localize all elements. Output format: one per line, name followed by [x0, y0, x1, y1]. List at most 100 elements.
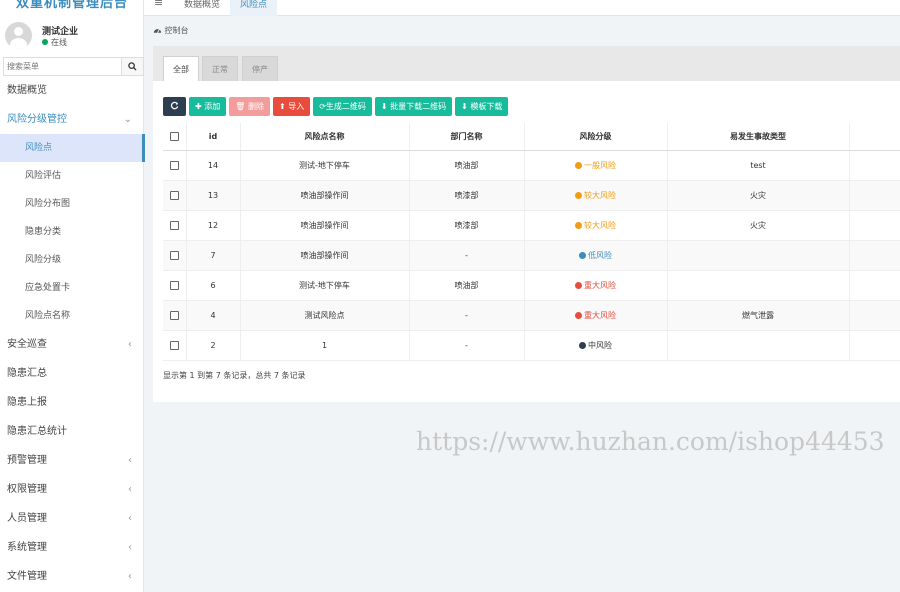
refresh-button[interactable] — [163, 97, 186, 116]
search-icon — [128, 62, 137, 71]
sidebar-item-personnel[interactable]: 人员管理 ‹ — [0, 504, 144, 533]
tab-risk-point[interactable]: 风险点 — [230, 0, 278, 16]
sidebar-item-label: 风险分级管控 — [7, 114, 67, 125]
cell-department: - — [409, 300, 525, 331]
batch-download-qr-button[interactable]: ⬇ 批量下载二维码 — [374, 97, 453, 116]
table-row[interactable]: 12 喷油部操作间 喷漆部 较大风险 火灾 — [163, 210, 900, 241]
row-checkbox[interactable] — [169, 220, 179, 230]
sidebar-item-system[interactable]: 系统管理 ‹ — [0, 533, 144, 562]
level-dot-icon — [575, 161, 582, 169]
generate-qr-button[interactable]: ⟳生成二维码 — [313, 97, 372, 116]
cell-department: 喷油部 — [409, 270, 525, 301]
chevron-left-icon: ‹ — [128, 484, 132, 495]
sidebar-item-files[interactable]: 文件管理 ‹ — [0, 562, 144, 591]
download-icon: ⬇ — [380, 102, 391, 111]
sidebar-subitem-risk-point[interactable]: 风险点 — [0, 134, 145, 162]
risk-level-text: 一般风险 — [584, 160, 616, 170]
search-button[interactable] — [121, 58, 143, 75]
sidebar-subitem-risk-level[interactable]: 风险分级 — [0, 246, 144, 274]
sidebar-subitem-hazard-category[interactable]: 隐患分类 — [0, 218, 144, 246]
cell-risk-point-name: 喷油部操作间 — [240, 180, 410, 211]
sidebar-subitem-emergency-card[interactable]: 应急处置卡 — [0, 274, 144, 302]
add-button-label: 添加 — [204, 102, 221, 111]
checkbox[interactable] — [169, 131, 179, 141]
row-checkbox[interactable] — [169, 250, 179, 260]
chevron-left-icon: ‹ — [128, 571, 132, 582]
generate-qr-label: 生成二维码 — [325, 102, 366, 111]
sidebar-item-hazard-report[interactable]: 隐患上报 — [0, 388, 144, 417]
delete-button-label: 删除 — [247, 102, 264, 111]
sidebar-item-hazard-summary[interactable]: 隐患汇总 — [0, 359, 144, 388]
user-status-text: 在线 — [51, 38, 67, 47]
add-button[interactable]: ✚ 添加 — [189, 97, 227, 116]
level-dot-icon — [575, 191, 582, 199]
sidebar-subitem-label: 风险评估 — [25, 171, 62, 181]
table-row[interactable]: 4 测试风险点 - 重大风险 燃气泄露 — [163, 300, 900, 331]
sync-icon: ⟳ — [319, 102, 326, 111]
template-download-button[interactable]: ⬇ 模板下载 — [455, 97, 509, 116]
breadcrumb-label: 控制台 — [164, 26, 189, 35]
menu-toggle-icon[interactable]: ≡ — [154, 0, 163, 9]
sidebar-item-safety-patrol[interactable]: 安全巡查 ‹ — [0, 330, 144, 359]
column-header-risk-level[interactable]: 风险分级 — [524, 123, 668, 151]
breadcrumb[interactable]: 控制台 — [153, 25, 189, 36]
cell-risk-point-name: 1 — [240, 330, 410, 361]
table-row[interactable]: 14 测试-地下停车 喷油部 一般风险 test — [163, 150, 900, 181]
column-header-id[interactable]: id — [186, 123, 241, 151]
level-dot-icon — [575, 311, 582, 319]
tab-stopped[interactable]: 停产 — [242, 56, 278, 81]
sidebar-item-permissions[interactable]: 权限管理 ‹ — [0, 475, 144, 504]
cell-accident-type — [667, 270, 850, 301]
level-dot-icon — [579, 251, 586, 259]
sidebar-item-label: 隐患汇总统计 — [7, 426, 67, 437]
level-dot-icon — [575, 221, 582, 229]
column-header-accident-type[interactable]: 易发生事故类型 — [667, 123, 850, 151]
row-checkbox[interactable] — [169, 160, 179, 170]
sidebar-item-warning[interactable]: 预警管理 ‹ — [0, 446, 144, 475]
row-checkbox[interactable] — [169, 310, 179, 320]
user-name: 测试企业 — [42, 27, 79, 37]
column-header-department[interactable]: 部门名称 — [409, 123, 525, 151]
sidebar: 双重机制管理后台 测试企业 在线 数据概览 风险分级管控 ⌄ 风险点 风险评估 风… — [0, 0, 145, 592]
table-row[interactable]: 6 测试-地下停车 喷油部 重大风险 — [163, 270, 900, 301]
column-header-truncated — [849, 123, 900, 151]
select-all-checkbox[interactable] — [163, 123, 187, 151]
risk-level-text: 较大风险 — [584, 190, 616, 200]
main-panel: 全部 正常 停产 ✚ 添加 🗑 删除 ⬆ 导入 ⟳生成二维码 ⬇ 批量下载二维码… — [153, 46, 900, 402]
app-logo[interactable]: 双重机制管理后台 — [0, 0, 144, 11]
user-panel: 测试企业 在线 — [0, 18, 144, 54]
sidebar-item-risk-control[interactable]: 风险分级管控 ⌄ — [0, 105, 144, 134]
sidebar-item-data-overview[interactable]: 数据概览 — [0, 76, 144, 105]
top-bar: ≡ 数据概览 风险点 — [144, 0, 900, 16]
sidebar-item-label: 预警管理 — [7, 455, 47, 466]
table-row[interactable]: 2 1 - 中风险 — [163, 330, 900, 361]
cell-department: - — [409, 240, 525, 271]
cell-accident-type: 燃气泄露 — [667, 300, 850, 331]
pagination-summary: 显示第 1 到第 7 条记录，总共 7 条记录 — [163, 371, 306, 380]
sidebar-item-hazard-stats[interactable]: 隐患汇总统计 — [0, 417, 144, 446]
tab-all[interactable]: 全部 — [163, 56, 199, 81]
tab-normal[interactable]: 正常 — [202, 56, 238, 81]
cell-id: 7 — [186, 240, 241, 271]
sidebar-subitem-risk-point-name[interactable]: 风险点名称 — [0, 302, 144, 330]
sidebar-subitem-label: 隐患分类 — [25, 227, 62, 237]
table-row[interactable]: 7 喷油部操作间 - 低风险 — [163, 240, 900, 271]
tab-data-overview[interactable]: 数据概览 — [174, 0, 230, 16]
column-header-risk-point-name[interactable]: 风险点名称 — [240, 123, 410, 151]
sidebar-subitem-risk-map[interactable]: 风险分布图 — [0, 190, 144, 218]
user-status: 在线 — [42, 37, 67, 48]
cell-accident-type — [667, 240, 850, 271]
cell-risk-level: 重大风险 — [524, 270, 668, 301]
row-checkbox[interactable] — [169, 190, 179, 200]
risk-level-text: 重大风险 — [584, 280, 616, 290]
delete-button[interactable]: 🗑 删除 — [229, 97, 270, 116]
table-header-row: id 风险点名称 部门名称 风险分级 易发生事故类型 — [163, 123, 900, 151]
import-button[interactable]: ⬆ 导入 — [272, 97, 311, 116]
sidebar-subitem-risk-assessment[interactable]: 风险评估 — [0, 162, 144, 190]
row-checkbox[interactable] — [169, 340, 179, 350]
row-checkbox[interactable] — [169, 280, 179, 290]
search-input[interactable] — [4, 58, 121, 75]
risk-level-text: 较大风险 — [584, 220, 616, 230]
table-row[interactable]: 13 喷油部操作间 喷漆部 较大风险 火灾 — [163, 180, 900, 211]
online-dot-icon — [42, 39, 48, 45]
